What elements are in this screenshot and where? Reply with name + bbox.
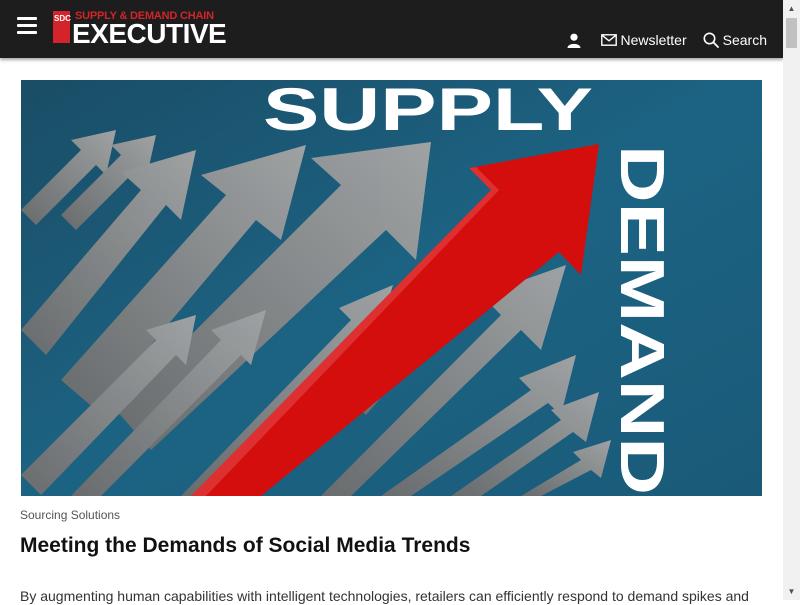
hamburger-menu-icon[interactable]: [17, 17, 37, 35]
newsletter-link[interactable]: Newsletter: [600, 32, 687, 48]
magnifier-icon: [703, 32, 719, 48]
account-button[interactable]: [567, 33, 585, 48]
logo-badge: SDC: [53, 11, 71, 43]
search-label: Search: [722, 32, 767, 48]
article-category-link[interactable]: Sourcing Solutions: [20, 508, 120, 522]
envelope-icon: [600, 34, 617, 46]
logo-badge-text: SDC: [54, 14, 71, 23]
user-icon: [567, 33, 580, 48]
logo-wordmark: EXECUTIVE: [72, 18, 227, 49]
scrollbar-thumb[interactable]: [786, 18, 797, 48]
hero-image[interactable]: SUPPLY DEMAND: [21, 80, 762, 496]
page-scrollbar[interactable]: ▲ ▼: [783, 0, 800, 600]
search-button[interactable]: Search: [703, 32, 767, 48]
hero-word-supply: SUPPLY: [263, 80, 593, 143]
article-summary: By augmenting human capabilities with in…: [20, 588, 749, 604]
site-logo[interactable]: SDC SUPPLY & DEMAND CHAIN EXECUTIVE: [53, 10, 227, 51]
scroll-down-arrow-icon[interactable]: ▼: [783, 583, 800, 600]
article-title[interactable]: Meeting the Demands of Social Media Tren…: [20, 532, 470, 560]
scroll-up-arrow-icon[interactable]: ▲: [783, 0, 800, 17]
site-header: SDC SUPPLY & DEMAND CHAIN EXECUTIVE News…: [0, 0, 783, 58]
supply-demand-illustration: SUPPLY DEMAND: [21, 80, 762, 496]
hero-word-demand: DEMAND: [607, 145, 676, 495]
newsletter-label: Newsletter: [620, 32, 687, 48]
header-nav: Newsletter Search: [551, 30, 767, 50]
